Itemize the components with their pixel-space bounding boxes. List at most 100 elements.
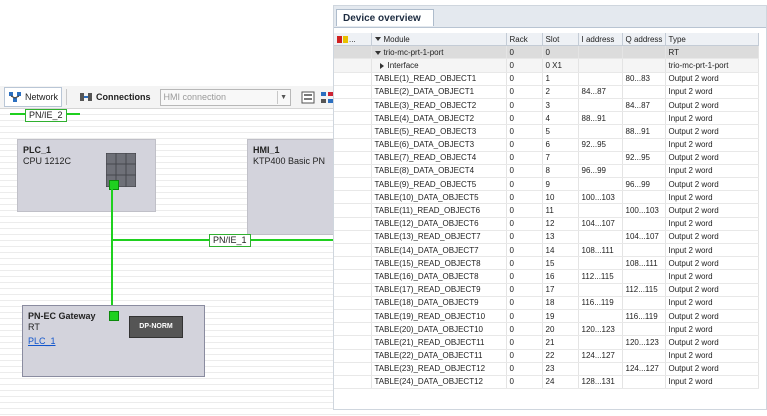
cell-module-text: TABLE(20)_DATA_OBJECT10 — [374, 324, 483, 334]
table-row[interactable]: TABLE(18)_DATA_OBJECT9 0 18 116...119 Input … — [334, 296, 759, 310]
cell-type: Output 2 word — [665, 283, 759, 297]
cell-rack-text: 0 — [509, 311, 514, 321]
topology-icon[interactable] — [320, 91, 334, 104]
table-row[interactable]: TABLE(20)_DATA_OBJECT10 0 20 120...123 Input… — [334, 322, 759, 337]
table-row[interactable]: TABLE(9)_READ_OBJECT5 0 9 96...99 Output 2 w… — [334, 177, 759, 192]
cell-type-text: Input 2 word — [668, 192, 713, 202]
cell-type: Output 2 word — [665, 256, 759, 271]
cell-type-text: Output 2 word — [668, 179, 719, 189]
table-row[interactable]: TABLE(2)_DATA_OBJECT1 0 2 84...87 Input 2 wo… — [334, 85, 759, 99]
cell-q-address — [622, 58, 666, 73]
table-header-row: ... Module Rack Slot I address Q address… — [334, 33, 759, 47]
bus-pn-ie-1-label[interactable]: PN/IE_1 — [209, 234, 251, 247]
table-row[interactable]: TABLE(4)_DATA_OBJECT2 0 4 88...91 Input 2 wo… — [334, 111, 759, 126]
table-row[interactable]: TABLE(6)_DATA_OBJECT3 0 6 92...95 Input 2 wo… — [334, 138, 759, 152]
cell-module: TABLE(14)_DATA_OBJECT7 — [371, 243, 507, 258]
column-header-type[interactable]: Type — [665, 33, 759, 47]
table-row[interactable]: TABLE(14)_DATA_OBJECT7 0 14 108...111 Input … — [334, 243, 759, 258]
cell-i-address: 92...95 — [578, 138, 623, 152]
cell-i-address-text: 124...127 — [581, 351, 615, 361]
device-plc[interactable]: PLC_1 CPU 1212C — [17, 139, 156, 212]
cell-type: Input 2 word — [665, 322, 759, 337]
cell-module-text: TABLE(23)_READ_OBJECT12 — [374, 364, 486, 374]
row-icon-cell — [334, 203, 372, 218]
cell-type-text: RT — [668, 47, 680, 57]
device-gateway[interactable]: PN-EC Gateway RT PLC_1 DP-NORM — [22, 305, 205, 377]
cell-i-address-text: 92...95 — [581, 140, 606, 150]
chevron-down-icon[interactable]: ▼ — [276, 90, 290, 104]
column-header-module[interactable]: Module — [371, 33, 507, 47]
cell-module: TABLE(7)_READ_OBJECT4 — [371, 151, 507, 165]
table-row[interactable]: TABLE(21)_READ_OBJECT11 0 21 120...123 Outpu… — [334, 335, 759, 350]
table-row[interactable]: TABLE(12)_DATA_OBJECT6 0 12 104...107 Input … — [334, 217, 759, 231]
cell-slot: 0 — [542, 45, 579, 60]
table-row[interactable]: TABLE(3)_READ_OBJECT2 0 3 84...87 Output 2 w… — [334, 98, 759, 113]
connections-button[interactable]: Connections — [75, 87, 155, 107]
column-header-i-address[interactable]: I address — [578, 33, 623, 47]
connection-type-select[interactable]: HMI connection ▼ — [159, 88, 291, 106]
connections-icon — [80, 93, 93, 101]
tab-device-overview[interactable]: Device overview — [336, 9, 434, 26]
cell-rack: 0 — [506, 243, 543, 258]
table-row[interactable]: TABLE(11)_READ_OBJECT6 0 11 100...103 Output… — [334, 203, 759, 218]
cell-type: Output 2 word — [665, 230, 759, 245]
table-row[interactable]: trio-mc-prt-1-port 0 0 RT — [334, 45, 759, 60]
addresses-icon[interactable] — [301, 91, 315, 104]
cell-q-address-text: 100...103 — [625, 206, 659, 216]
cell-module: TABLE(20)_DATA_OBJECT10 — [371, 322, 507, 337]
table-row[interactable]: TABLE(7)_READ_OBJECT4 0 7 92...95 Output 2 w… — [334, 151, 759, 165]
cell-slot: 23 — [542, 362, 579, 376]
header-ellipsis-icon: ... — [349, 34, 356, 44]
bus-pn-ie-2-label[interactable]: PN/IE_2 — [25, 109, 67, 122]
gateway-dp-norm-module[interactable]: DP-NORM — [129, 316, 183, 338]
cell-rack-text: 0 — [509, 271, 514, 281]
table-row[interactable]: TABLE(13)_READ_OBJECT7 0 13 104...107 Output… — [334, 230, 759, 245]
device-gateway-plc-link[interactable]: PLC_1 — [28, 336, 56, 346]
column-header-q-address[interactable]: Q address — [622, 33, 666, 47]
cell-q-address-text: 92...95 — [625, 153, 650, 163]
cell-module-text: TABLE(16)_DATA_OBJECT8 — [374, 271, 479, 281]
column-header-rack[interactable]: Rack — [506, 33, 543, 47]
cell-module: TABLE(10)_DATA_OBJECT5 — [371, 190, 507, 205]
cell-type: Output 2 word — [665, 72, 759, 86]
table-row[interactable]: TABLE(17)_READ_OBJECT9 0 17 112...115 Output… — [334, 283, 759, 297]
table-row[interactable]: TABLE(1)_READ_OBJECT1 0 1 80...83 Output 2 w… — [334, 72, 759, 86]
cell-module-text: TABLE(2)_DATA_OBJECT1 — [374, 87, 475, 97]
cell-type-text: Output 2 word — [668, 126, 719, 136]
network-button[interactable]: Network — [4, 87, 63, 107]
cell-slot: 13 — [542, 230, 579, 245]
cell-i-address — [578, 309, 623, 324]
cell-type-text: Input 2 word — [668, 298, 713, 308]
row-icon-cell — [334, 349, 372, 363]
row-icon-cell — [334, 190, 372, 205]
cell-module: TABLE(15)_READ_OBJECT8 — [371, 256, 507, 271]
table-row[interactable]: TABLE(5)_READ_OBJECT3 0 5 88...91 Output 2 w… — [334, 124, 759, 139]
table-row[interactable]: TABLE(10)_DATA_OBJECT5 0 10 100...103 Input … — [334, 190, 759, 205]
table-row[interactable]: TABLE(19)_READ_OBJECT10 0 19 116...119 Outpu… — [334, 309, 759, 324]
cell-rack: 0 — [506, 256, 543, 271]
table-row[interactable]: Interface 0 0 X1 trio-mc-prt-1-port — [334, 58, 759, 73]
collapsed-triangle-icon[interactable] — [379, 62, 384, 69]
column-header-slot[interactable]: Slot — [542, 33, 579, 47]
table-row[interactable]: TABLE(16)_DATA_OBJECT8 0 16 112...115 Input … — [334, 269, 759, 284]
expand-triangle-icon[interactable] — [374, 50, 381, 55]
cell-q-address: 116...119 — [622, 309, 666, 324]
cell-module-text: TABLE(13)_READ_OBJECT7 — [374, 232, 481, 242]
cell-rack-text: 0 — [509, 337, 514, 347]
table-row[interactable]: TABLE(15)_READ_OBJECT8 0 15 108...111 Output… — [334, 256, 759, 271]
gateway-port[interactable] — [109, 311, 119, 321]
cell-slot: 19 — [542, 309, 579, 324]
cell-i-address — [578, 124, 623, 139]
table-row[interactable]: TABLE(23)_READ_OBJECT12 0 23 124...127 Outpu… — [334, 362, 759, 376]
cell-slot-text: 11 — [545, 206, 554, 216]
table-row[interactable]: TABLE(22)_DATA_OBJECT11 0 22 124...127 Input… — [334, 349, 759, 363]
device-hmi-subtitle: KTP400 Basic PN — [253, 156, 326, 166]
row-icon-cell — [334, 269, 372, 284]
table-row[interactable]: TABLE(24)_DATA_OBJECT12 0 24 128...131 Input… — [334, 375, 759, 390]
row-icon-cell — [334, 243, 372, 258]
table-row[interactable]: TABLE(8)_DATA_OBJECT4 0 8 96...99 Input 2 wo… — [334, 164, 759, 179]
row-icon-cell — [334, 45, 372, 60]
cell-slot-text: 16 — [545, 271, 555, 281]
row-icon-cell — [334, 58, 372, 73]
cell-module: Interface — [371, 58, 507, 73]
